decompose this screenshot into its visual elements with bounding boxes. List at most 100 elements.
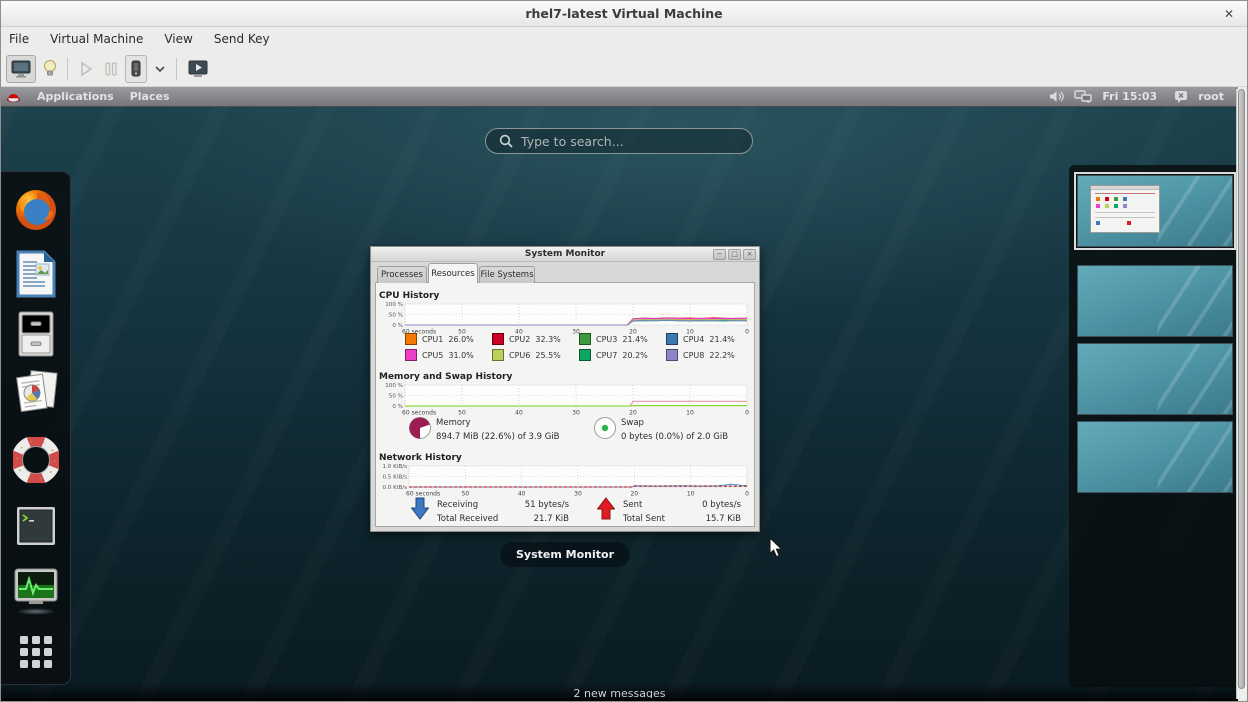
- dock-item-documents[interactable]: [12, 368, 60, 416]
- memory-value: 894.7 MiB (22.6%) of 3.9 GiB: [436, 432, 560, 442]
- minimize-icon[interactable]: −: [713, 249, 726, 260]
- dock-item-file-cabinet[interactable]: [12, 310, 60, 358]
- mouse-cursor: [769, 537, 783, 558]
- svg-text:40: 40: [515, 410, 523, 417]
- fullscreen-button[interactable]: [184, 55, 212, 83]
- dock-item-firefox[interactable]: [12, 186, 60, 234]
- workspace-thumbnail-4[interactable]: [1077, 421, 1233, 493]
- sent-label: Sent: [623, 500, 642, 510]
- shutdown-button[interactable]: [125, 55, 147, 83]
- close-icon[interactable]: ✕: [1221, 6, 1237, 22]
- network-icon[interactable]: [1074, 90, 1093, 103]
- tab-processes[interactable]: Processes: [377, 266, 427, 283]
- vm-titlebar: rhel7-latest Virtual Machine ✕: [1, 1, 1247, 27]
- maximize-icon[interactable]: □: [728, 249, 741, 260]
- libreoffice-writer-icon: [14, 250, 58, 298]
- svg-text:10: 10: [687, 491, 695, 498]
- svg-text:50 %: 50 %: [389, 394, 403, 400]
- dock-item-help[interactable]: [12, 436, 60, 484]
- dock-item-app-grid[interactable]: [12, 628, 60, 676]
- swap-label: Swap: [621, 418, 644, 428]
- play-icon: [78, 61, 94, 77]
- topbar-user[interactable]: root: [1198, 90, 1224, 103]
- redhat-logo-icon: [6, 90, 21, 103]
- run-button[interactable]: [75, 55, 97, 83]
- svg-text:20: 20: [631, 491, 639, 498]
- workspace-thumbnail-2[interactable]: [1077, 265, 1233, 337]
- svg-text:0: 0: [745, 410, 749, 417]
- cpu-legend-item: CPU126.0%: [405, 331, 492, 347]
- search-input[interactable]: Type to search...: [485, 128, 753, 154]
- receiving-value: 51 bytes/s: [499, 500, 569, 510]
- search-placeholder: Type to search...: [521, 134, 624, 149]
- console-button[interactable]: [6, 55, 36, 83]
- mini-system-monitor-window: [1090, 185, 1160, 233]
- details-button[interactable]: [40, 55, 60, 83]
- total-received-value: 21.7 KiB: [499, 514, 569, 524]
- svg-text:0.0 KiB/s: 0.0 KiB/s: [382, 485, 407, 491]
- svg-text:1.0 KiB/s: 1.0 KiB/s: [382, 464, 407, 470]
- console-icon: [10, 59, 32, 79]
- sent-arrow-icon: [597, 497, 615, 521]
- topbar-places[interactable]: Places: [130, 90, 170, 103]
- dock-item-terminal[interactable]: [12, 502, 60, 550]
- shutdown-menu-button[interactable]: [151, 55, 169, 83]
- fullscreen-icon: [187, 59, 209, 79]
- vm-scrollbar[interactable]: [1236, 89, 1246, 699]
- system-monitor-window: System Monitor − □ × Processes Resources…: [370, 246, 760, 532]
- network-history-chart: 1.0 KiB/s0.5 KiB/s0.0 KiB/s60 seconds504…: [377, 464, 753, 498]
- menu-virtual-machine[interactable]: Virtual Machine: [50, 32, 143, 46]
- svg-text:0: 0: [745, 491, 749, 498]
- app-grid-icon: [17, 633, 55, 671]
- user-status-icon: [1174, 90, 1189, 103]
- cpu-legend-item: CPU625.5%: [492, 347, 579, 363]
- toolbar-separator: [176, 58, 177, 80]
- vm-scrollbar-thumb[interactable]: [1238, 89, 1245, 689]
- svg-text:0.5 KiB/s: 0.5 KiB/s: [382, 475, 407, 481]
- svg-text:50: 50: [458, 410, 466, 417]
- workspace-thumbnail-1[interactable]: [1077, 175, 1233, 247]
- svg-text:30: 30: [572, 410, 580, 417]
- dock-item-system-monitor[interactable]: [12, 564, 60, 612]
- svg-text:50 %: 50 %: [389, 313, 403, 319]
- dock-item-libreoffice-writer[interactable]: [12, 250, 60, 298]
- system-monitor-icon: [13, 567, 59, 609]
- window-caption: System Monitor: [500, 542, 630, 567]
- pause-icon: [104, 61, 118, 77]
- message-tray-edge: [1, 698, 1238, 701]
- network-history-label: Network History: [379, 453, 462, 463]
- lightbulb-details-icon: [43, 59, 57, 79]
- system-monitor-title: System Monitor: [525, 249, 605, 259]
- firefox-icon: [13, 187, 59, 233]
- workspace-panel: [1069, 165, 1238, 687]
- receiving-label: Receiving: [437, 500, 478, 510]
- workspace-thumbnail-3[interactable]: [1077, 343, 1233, 415]
- cpu-legend-item: CPU232.3%: [492, 331, 579, 347]
- tab-resources[interactable]: Resources: [428, 263, 478, 283]
- svg-text:50: 50: [462, 491, 470, 498]
- cpu-legend-item: CPU321.4%: [579, 331, 666, 347]
- total-received-label: Total Received: [437, 514, 498, 524]
- tab-file-systems[interactable]: File Systems: [479, 266, 535, 283]
- cpu-legend-item: CPU720.2%: [579, 347, 666, 363]
- pause-button[interactable]: [101, 55, 121, 83]
- volume-icon[interactable]: [1049, 90, 1065, 103]
- cpu-legend: CPU126.0% CPU232.3% CPU321.4% CPU421.4% …: [405, 331, 753, 363]
- total-sent-value: 15.7 KiB: [669, 514, 741, 524]
- topbar-applications[interactable]: Applications: [37, 90, 114, 103]
- help-icon: [13, 437, 59, 483]
- menu-file[interactable]: File: [9, 32, 29, 46]
- shutdown-icon: [129, 60, 143, 78]
- search-icon: [499, 134, 513, 148]
- menu-send-key[interactable]: Send Key: [214, 32, 270, 46]
- system-monitor-titlebar[interactable]: System Monitor: [371, 247, 759, 262]
- toolbar-separator: [67, 58, 68, 80]
- menu-view[interactable]: View: [164, 32, 192, 46]
- vm-window-title: rhel7-latest Virtual Machine: [525, 6, 722, 21]
- chevron-down-icon: [154, 65, 166, 73]
- receiving-arrow-icon: [411, 497, 429, 521]
- svg-text:20: 20: [629, 410, 637, 417]
- memory-label: Memory: [436, 418, 471, 428]
- topbar-clock[interactable]: Fri 15:03: [1102, 90, 1157, 103]
- close-icon[interactable]: ×: [743, 249, 756, 260]
